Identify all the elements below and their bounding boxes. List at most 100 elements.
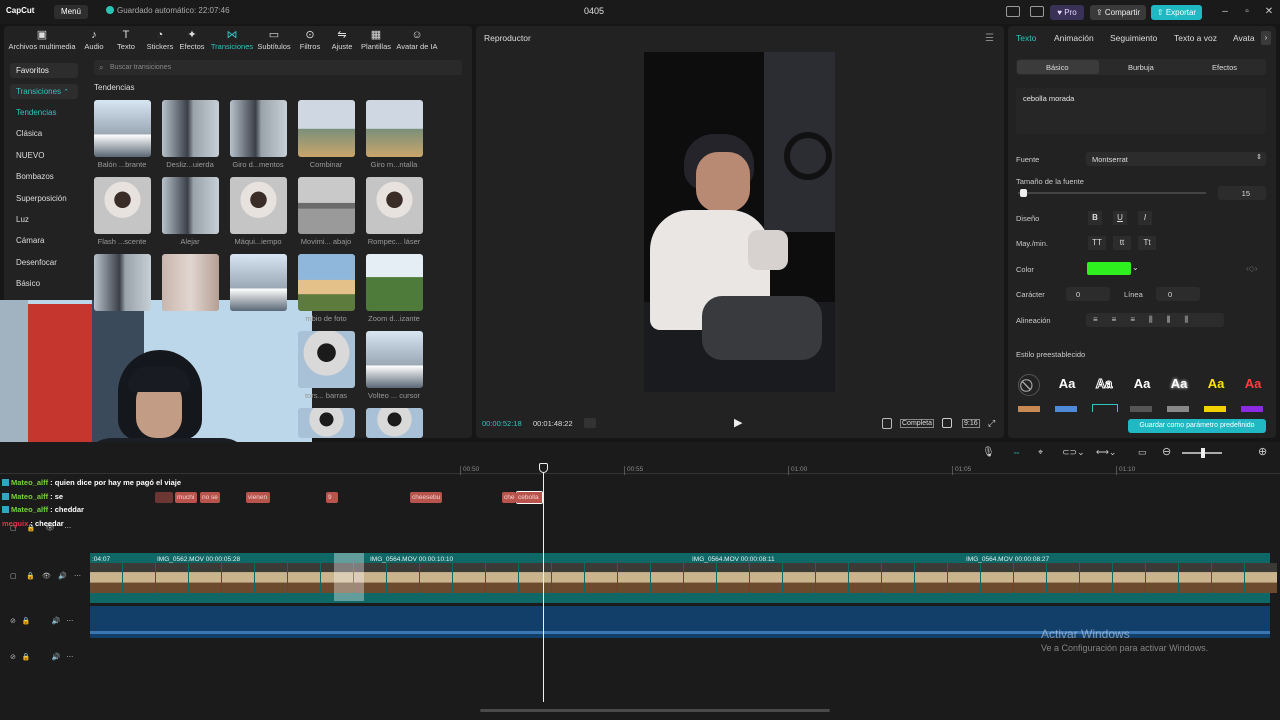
no-style-icon[interactable]: ⃠: [1018, 374, 1040, 396]
microphone-icon[interactable]: 🎙: [982, 447, 995, 458]
alignment-buttons[interactable]: ≡≡≡⫼⫼⫼: [1086, 313, 1224, 327]
underline-button[interactable]: U: [1113, 211, 1127, 225]
transition-thumbnail[interactable]: [162, 100, 219, 157]
crop-icon[interactable]: [882, 418, 892, 429]
transitions-category[interactable]: Transiciones ⌃: [10, 84, 78, 99]
mute-icon[interactable]: 🔊: [58, 572, 67, 580]
tool-subtitles[interactable]: ▭ Subtítulos: [256, 28, 292, 51]
tool-transitions[interactable]: ⋈ Transiciones: [210, 28, 254, 51]
play-button[interactable]: ▶: [734, 416, 742, 429]
tool-sticker[interactable]: ◔ Stickers: [144, 28, 176, 51]
category-item[interactable]: Superposición: [10, 191, 73, 206]
text-clip-dim[interactable]: [155, 492, 173, 503]
transition-thumbnail[interactable]: [162, 177, 219, 234]
transition-marker[interactable]: [334, 553, 364, 601]
font-size-slider-handle[interactable]: [1020, 189, 1027, 197]
fullscreen-icon[interactable]: ⤢: [988, 418, 995, 429]
save-preset-button[interactable]: Guardar como parámetro predefinido: [1128, 419, 1266, 433]
color-dropdown-icon[interactable]: ⌄: [1132, 263, 1139, 272]
category-item[interactable]: Clásica: [10, 126, 48, 141]
transition-thumbnail[interactable]: [230, 254, 287, 311]
menu-button[interactable]: Menú: [54, 5, 88, 19]
line-spacing-input[interactable]: 0: [1156, 287, 1200, 301]
props-tab[interactable]: Animación: [1054, 33, 1094, 43]
zoom-fit-icon[interactable]: ⊕: [1258, 445, 1267, 458]
titlecase-button[interactable]: Tt: [1138, 236, 1156, 250]
props-subtab[interactable]: Efectos: [1212, 63, 1237, 72]
category-item[interactable]: Tendencias: [10, 105, 62, 120]
text-clip[interactable]: muchi: [175, 492, 197, 503]
text-clip[interactable]: che: [502, 492, 516, 503]
transition-thumbnail[interactable]: [298, 100, 355, 157]
playhead[interactable]: [543, 470, 544, 702]
split-icon[interactable]: ⟷⌄: [1096, 447, 1116, 458]
color-swatch[interactable]: [1087, 262, 1131, 275]
bold-button[interactable]: B: [1088, 211, 1102, 225]
preset-style-1[interactable]: Aa: [1055, 374, 1079, 394]
text-clip[interactable]: cheesebu: [410, 492, 442, 503]
quality-button[interactable]: Completa: [900, 419, 934, 428]
playhead-handle[interactable]: [539, 463, 548, 473]
tool-text[interactable]: T Texto: [112, 28, 140, 51]
category-item[interactable]: Desenfocar: [10, 255, 63, 270]
uppercase-button[interactable]: TT: [1088, 236, 1106, 250]
lowercase-button[interactable]: tt: [1113, 236, 1131, 250]
transition-thumbnail[interactable]: [94, 254, 151, 311]
tool-adjust[interactable]: ⇋ Ajuste: [328, 28, 356, 51]
timeline-scrollbar[interactable]: [480, 709, 830, 712]
pro-button[interactable]: ♥ Pro: [1050, 5, 1084, 20]
category-item[interactable]: Básico: [10, 276, 46, 291]
text-clip[interactable]: cebolla: [516, 492, 542, 503]
link-icon[interactable]: ⌖: [1038, 447, 1043, 458]
italic-button[interactable]: I: [1138, 211, 1152, 225]
ratio-button[interactable]: 9:16: [962, 419, 980, 428]
audio-track-1-controls[interactable]: ⊘ 🔒 🔊 ⋯: [10, 617, 73, 625]
tabs-next-icon[interactable]: ›: [1261, 31, 1271, 45]
lock-icon[interactable]: 🔒: [26, 572, 35, 580]
transition-thumbnail[interactable]: [94, 177, 151, 234]
caption-icon[interactable]: ▭: [1138, 447, 1147, 458]
favorites-item[interactable]: Favoritos: [10, 63, 78, 78]
preset-style-4[interactable]: Aa: [1167, 374, 1191, 394]
search-input[interactable]: ⌕ Buscar transiciones: [94, 60, 462, 75]
transition-thumbnail[interactable]: [366, 254, 423, 311]
timecode-toggle[interactable]: [584, 418, 596, 428]
tool-effects[interactable]: ✦ Efectos: [178, 28, 206, 51]
more-icon[interactable]: ⋯: [74, 572, 81, 580]
zoom-out-icon[interactable]: ⊖: [1162, 445, 1171, 458]
character-spacing-input[interactable]: 0: [1066, 287, 1110, 301]
text-clip[interactable]: 9: [326, 492, 338, 503]
track-cover-icon[interactable]: ▢: [10, 572, 17, 580]
props-tab[interactable]: Avata: [1233, 33, 1255, 43]
transition-thumbnail[interactable]: [298, 177, 355, 234]
close-icon[interactable]: ✕: [1262, 5, 1276, 19]
transition-thumbnail[interactable]: [366, 408, 423, 438]
minimize-icon[interactable]: –: [1218, 5, 1232, 19]
font-size-input[interactable]: 15: [1218, 186, 1266, 200]
transition-thumbnail[interactable]: [230, 177, 287, 234]
preset-style-3[interactable]: Aa: [1130, 374, 1154, 394]
export-button[interactable]: ⇧ Exportar: [1151, 5, 1202, 20]
font-select[interactable]: Montserrat ⇕: [1086, 152, 1266, 166]
screenshot-icon[interactable]: [942, 418, 952, 428]
audio-track-2-controls[interactable]: ⊘ 🔒 🔊 ⋯: [10, 653, 73, 661]
category-item[interactable]: Cámara: [10, 233, 50, 248]
keyframe-icon[interactable]: ‹◇›: [1246, 264, 1257, 273]
text-clip[interactable]: vienen: [246, 492, 270, 503]
transition-thumbnail[interactable]: [298, 408, 355, 438]
player-menu-icon[interactable]: ☰: [985, 33, 994, 44]
transition-thumbnail[interactable]: [162, 254, 219, 311]
share-button[interactable]: ⇪ Compartir: [1090, 5, 1146, 20]
tool-filters[interactable]: ⊙ Filtros: [296, 28, 324, 51]
preset-style-2[interactable]: Aa: [1092, 374, 1116, 394]
transition-thumbnail[interactable]: [366, 100, 423, 157]
category-item[interactable]: NUEVO: [10, 148, 50, 163]
transition-thumbnail[interactable]: [366, 331, 423, 388]
zoom-slider-handle[interactable]: [1201, 448, 1205, 458]
snap-icon[interactable]: ⇔: [1012, 447, 1021, 457]
tool-media[interactable]: ▣ Archivos multimedia: [8, 28, 76, 51]
category-item[interactable]: Luz: [10, 212, 35, 227]
props-tab[interactable]: Texto: [1016, 33, 1036, 43]
text-clip[interactable]: no se: [200, 492, 220, 503]
category-item[interactable]: Bombazos: [10, 169, 60, 184]
